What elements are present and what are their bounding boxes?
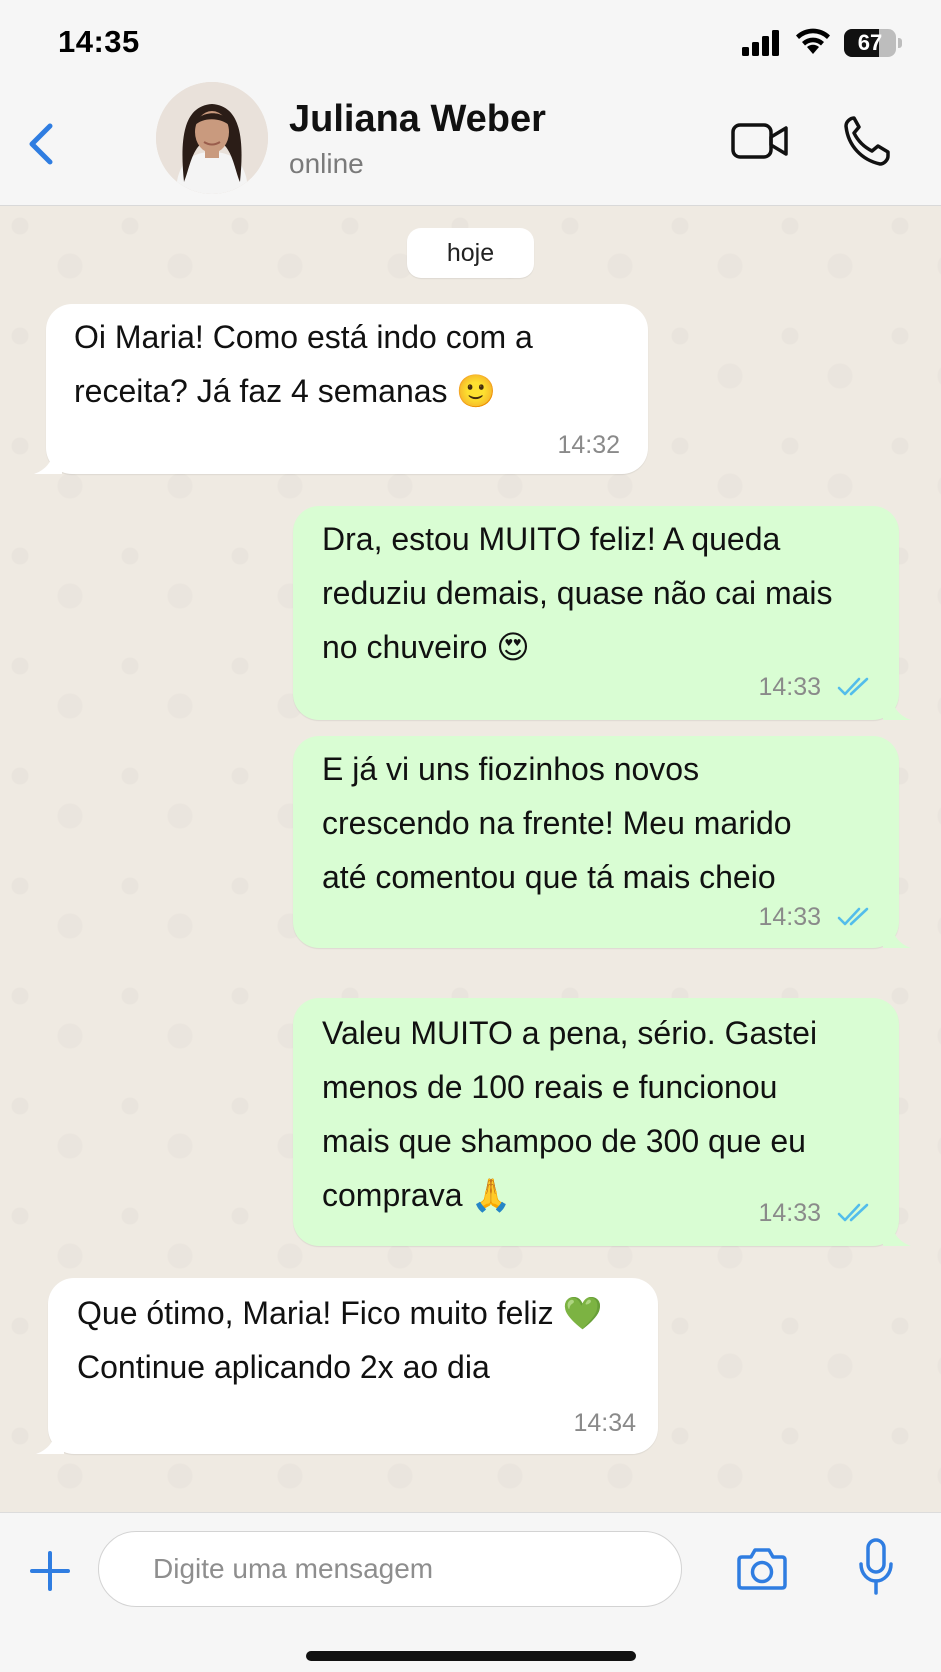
signal-icon	[742, 30, 779, 56]
message-line: E já vi uns fiozinhos novos	[322, 751, 700, 787]
bubble-tail-outgoing	[883, 920, 911, 948]
chat-area[interactable]: hoje Oi Maria! Como está indo com a rece…	[0, 206, 941, 1512]
message-line: Valeu MUITO a pena, sério. Gastei	[322, 1015, 818, 1051]
plus-icon[interactable]	[28, 1549, 72, 1593]
double-check-icon	[837, 907, 869, 926]
message-line: receita? Já faz 4 semanas 🙂	[74, 373, 497, 409]
message-text: Oi Maria! Como está indo com a receita? …	[74, 310, 533, 418]
message-bubble-outgoing[interactable]: Valeu MUITO a pena, sério. Gastei menos …	[293, 998, 899, 1246]
double-check-icon	[837, 1203, 869, 1222]
message-line: crescendo na frente! Meu marido	[322, 805, 792, 841]
bubble-tail-outgoing	[883, 692, 911, 720]
message-line: Que ótimo, Maria! Fico muito feliz 💚	[77, 1295, 603, 1331]
status-time: 14:35	[58, 24, 140, 59]
battery-body: 67	[844, 29, 896, 57]
message-text: Que ótimo, Maria! Fico muito feliz 💚 Con…	[77, 1286, 602, 1394]
message-text: Dra, estou MUITO feliz! A queda reduziu …	[322, 512, 833, 674]
bubble-tail-incoming	[36, 1426, 64, 1454]
message-time: 14:32	[557, 431, 620, 459]
double-check-icon	[837, 677, 869, 696]
battery-tip	[898, 38, 902, 48]
date-chip: hoje	[407, 228, 534, 278]
contact-name[interactable]: Juliana Weber	[289, 98, 546, 141]
message-text: E já vi uns fiozinhos novos crescendo na…	[322, 742, 792, 904]
message-time: 14:33	[758, 903, 821, 931]
avatar[interactable]	[156, 82, 268, 194]
message-time: 14:34	[573, 1409, 636, 1437]
message-line: comprava 🙏	[322, 1177, 512, 1213]
message-line: Dra, estou MUITO feliz! A queda	[322, 521, 781, 557]
message-line: no chuveiro 😍	[322, 629, 530, 665]
message-time: 14:33	[758, 1199, 821, 1227]
message-line: até comentou que tá mais cheio	[322, 859, 776, 895]
message-input[interactable]	[98, 1531, 682, 1607]
message-line: menos de 100 reais e funcionou	[322, 1069, 778, 1105]
chat-header: Juliana Weber online	[0, 82, 941, 206]
input-bar	[0, 1512, 941, 1672]
message-line: reduziu demais, quase não cai mais	[322, 575, 833, 611]
message-text: Valeu MUITO a pena, sério. Gastei menos …	[322, 1006, 817, 1222]
message-bubble-incoming[interactable]: Oi Maria! Como está indo com a receita? …	[46, 304, 648, 474]
bubble-tail-outgoing	[883, 1218, 911, 1246]
back-arrow-icon[interactable]	[20, 116, 60, 172]
home-indicator	[306, 1651, 636, 1661]
message-bubble-outgoing[interactable]: Dra, estou MUITO feliz! A queda reduziu …	[293, 506, 899, 720]
wifi-icon	[796, 28, 830, 54]
status-bar: 14:35 67	[0, 0, 941, 82]
bubble-tail-incoming	[34, 446, 62, 474]
contact-status: online	[289, 148, 364, 179]
message-bubble-outgoing[interactable]: E já vi uns fiozinhos novos crescendo na…	[293, 736, 899, 948]
message-line: Oi Maria! Como está indo com a	[74, 319, 533, 355]
phone-icon[interactable]	[842, 112, 892, 168]
camera-icon[interactable]	[736, 1543, 788, 1593]
battery-level: 67	[857, 30, 883, 55]
microphone-icon[interactable]	[856, 1537, 896, 1597]
video-camera-icon[interactable]	[730, 118, 790, 164]
battery-icon: 67	[844, 29, 902, 57]
avatar-portrait	[156, 82, 268, 194]
message-time: 14:33	[758, 673, 821, 701]
message-line: Continue aplicando 2x ao dia	[77, 1349, 490, 1385]
message-bubble-incoming[interactable]: Que ótimo, Maria! Fico muito feliz 💚 Con…	[48, 1278, 658, 1454]
message-line: mais que shampoo de 300 que eu	[322, 1123, 806, 1159]
